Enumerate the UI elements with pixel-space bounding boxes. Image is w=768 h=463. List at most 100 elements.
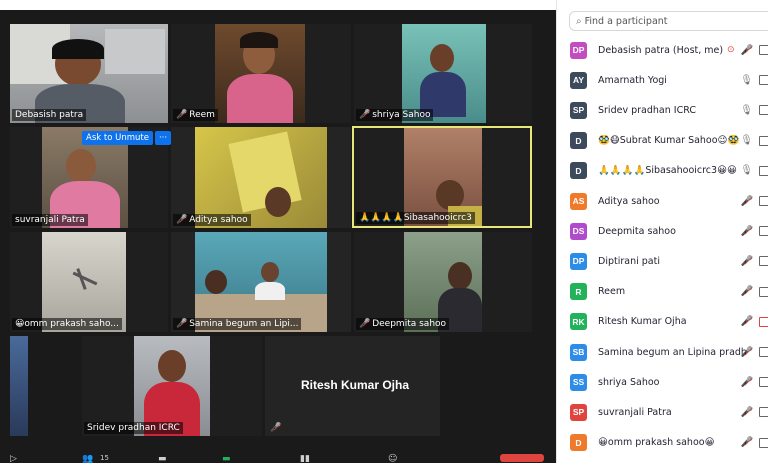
video-gallery: Debasish patra 🎤̸ Reem 🎤̸ shriya Sahoo suv… [0, 0, 556, 463]
unmute-controls: Ask to Unmute ··· [82, 131, 172, 145]
video-icon[interactable] [759, 105, 768, 116]
participants-panel: ⌕ DP Debasish patra (Host, me)⊙ 🎤̸ AY Amarna… [556, 0, 768, 463]
participant-row[interactable]: SP suvranjali Patra 🎤̸ [557, 397, 768, 427]
video-icon[interactable] [759, 347, 768, 357]
participant-row[interactable]: D 🥸😷Subrat Kumar Sahoo😉🥸 🎙 [557, 126, 768, 156]
participant-name: Reem [598, 286, 626, 298]
participant-status-icons: 🎤̸ [741, 226, 768, 237]
muted-mic-icon[interactable]: 🎤̸ [741, 256, 753, 267]
participant-name: Ritesh Kumar Ojha [598, 316, 687, 328]
video-icon[interactable] [759, 75, 768, 86]
participant-row[interactable]: DS Deepmita sahoo 🎤̸ [557, 216, 768, 246]
video-icon[interactable] [759, 135, 768, 146]
participant-name: suvranjali Patra [598, 406, 672, 418]
muted-mic-icon[interactable]: 🎤̸ [741, 226, 753, 237]
search-input[interactable] [584, 15, 755, 27]
participant-name-placeholder: Ritesh Kumar Ojha [301, 378, 410, 392]
avatar: RK [570, 313, 587, 331]
video-tile-name: 😀omm prakash saho... [12, 318, 122, 330]
participant-status-icons: 🎤̸ [741, 347, 768, 358]
participant-row[interactable]: R Reem 🎤̸ [557, 277, 768, 307]
mic-icon[interactable]: 🎙 [740, 105, 753, 116]
muted-mic-icon: 🎤̸ [359, 110, 371, 120]
participant-status-icons: 🎤̸ [741, 377, 768, 388]
reactions-icon[interactable]: ☺ [388, 454, 397, 463]
muted-mic-icon[interactable]: 🎤̸ [741, 407, 753, 418]
participant-row[interactable]: SP Sridev pradhan ICRC 🎙 [557, 95, 768, 125]
video-tile-sridev[interactable]: Sridev pradhan ICRC [82, 336, 262, 436]
video-icon[interactable] [759, 226, 768, 237]
participant-status-icons: 🎙 [740, 75, 768, 86]
video-tile-samina[interactable]: 🎤̸ Samina begum an Lipi... [171, 232, 351, 332]
video-tile-name: Debasish patra [12, 109, 87, 121]
participant-row[interactable]: SS shriya Sahoo 🎤̸ [557, 367, 768, 397]
video-tile-name: 🎤̸ Samina begum an Lipi... [173, 318, 302, 330]
video-tile-name: suvranjali Patra [12, 214, 88, 226]
end-meeting-button[interactable] [500, 454, 544, 462]
participant-status-icons: ⊙ 🎤̸ [727, 45, 768, 56]
more-options-button[interactable]: ··· [154, 131, 172, 145]
video-tile-edge[interactable] [10, 336, 28, 436]
avatar: SS [570, 373, 587, 391]
video-tile-name: 🎤̸ shriya Sahoo [356, 109, 434, 121]
muted-mic-icon[interactable]: 🎤̸ [741, 45, 753, 56]
participant-row[interactable]: RK Ritesh Kumar Ojha 🎤̸ [557, 307, 768, 337]
audio-icon[interactable]: ▷ [10, 454, 17, 463]
video-tile-deepmita[interactable]: 🎤̸ Deepmita sahoo [354, 232, 532, 332]
video-icon[interactable] [759, 165, 768, 176]
participant-row[interactable]: AY Amarnath Yogi 🎙 [557, 65, 768, 95]
participant-row[interactable]: AS Aditya sahoo 🎤̸ [557, 186, 768, 216]
video-tile-name: 🎤̸ Reem [173, 109, 218, 121]
muted-mic-icon[interactable]: 🎤̸ [741, 377, 753, 388]
participant-name: shriya Sahoo [598, 376, 660, 388]
participant-row[interactable]: DP Diptirani pati 🎤̸ [557, 246, 768, 276]
participant-status-icons: 🎤̸ [741, 256, 768, 267]
mic-icon[interactable]: 🎙 [740, 165, 753, 176]
participant-row[interactable]: SB Samina begum an Lipina pradh... 🎤̸ [557, 337, 768, 367]
video-tile-shriya[interactable]: 🎤̸ shriya Sahoo [354, 24, 532, 123]
avatar: D [570, 162, 587, 180]
mic-icon[interactable]: 🎙 [740, 135, 753, 146]
participant-row[interactable]: D 🙏🙏🙏🙏Sibasahooicrc3😀😀 🎙 [557, 156, 768, 186]
muted-mic-icon[interactable]: 🎤̸ [741, 316, 753, 327]
muted-mic-icon[interactable]: 🎤̸ [741, 437, 753, 448]
muted-mic-icon[interactable]: 🎤̸ [741, 347, 753, 358]
video-icon[interactable] [759, 407, 768, 418]
avatar: AS [570, 192, 587, 210]
mic-icon[interactable]: 🎙 [740, 75, 753, 86]
video-tile-debasish[interactable]: Debasish patra [10, 24, 168, 123]
participant-name: Deepmita sahoo [598, 225, 676, 237]
participant-name: 🥸😷Subrat Kumar Sahoo😉🥸 [598, 135, 740, 147]
video-icon[interactable] [759, 196, 768, 206]
video-tile-name: 🎤̸ [267, 422, 284, 434]
video-icon[interactable] [759, 377, 768, 388]
muted-mic-icon[interactable]: 🎤̸ [741, 286, 753, 297]
participant-status-icons: 🎤̸ [741, 316, 768, 327]
video-tile-sibasahoo[interactable]: 🙏🙏🙏🙏Sibasahooicrc3 [352, 126, 532, 228]
video-icon[interactable] [759, 45, 768, 55]
avatar: SP [570, 403, 587, 421]
video-icon[interactable] [759, 256, 768, 267]
video-tile-omm[interactable]: 😀omm prakash saho... [10, 232, 168, 332]
ask-to-unmute-button[interactable]: Ask to Unmute [82, 131, 153, 145]
participant-search[interactable]: ⌕ [569, 11, 768, 31]
video-off-icon[interactable] [759, 316, 768, 327]
participants-icon[interactable]: 👥 [82, 454, 93, 463]
record-icon[interactable]: ▮▮ [300, 454, 310, 463]
muted-mic-icon[interactable]: 🎤̸ [741, 196, 753, 207]
share-screen-icon[interactable]: ▬ [222, 454, 231, 463]
participant-name: 😀omm prakash sahoo😀 [598, 437, 715, 449]
video-icon[interactable] [759, 286, 768, 297]
participant-row[interactable]: D 😀omm prakash sahoo😀 🎤̸ [557, 428, 768, 458]
window-top-strip [0, 0, 556, 10]
participant-status-icons: 🎤̸ [741, 196, 768, 207]
participant-row[interactable]: DP Debasish patra (Host, me) ⊙ 🎤̸ [557, 35, 768, 65]
avatar: DS [570, 222, 587, 240]
chat-icon[interactable]: ▬ [158, 454, 167, 463]
avatar: SB [570, 343, 587, 361]
video-tile-aditya[interactable]: 🎤̸ Aditya sahoo [171, 127, 351, 228]
video-tile-reem[interactable]: 🎤̸ Reem [171, 24, 351, 123]
video-icon[interactable] [759, 437, 768, 448]
video-tile-ritesh[interactable]: Ritesh Kumar Ojha 🎤̸ [265, 336, 440, 436]
participant-name: Diptirani pati [598, 255, 660, 267]
